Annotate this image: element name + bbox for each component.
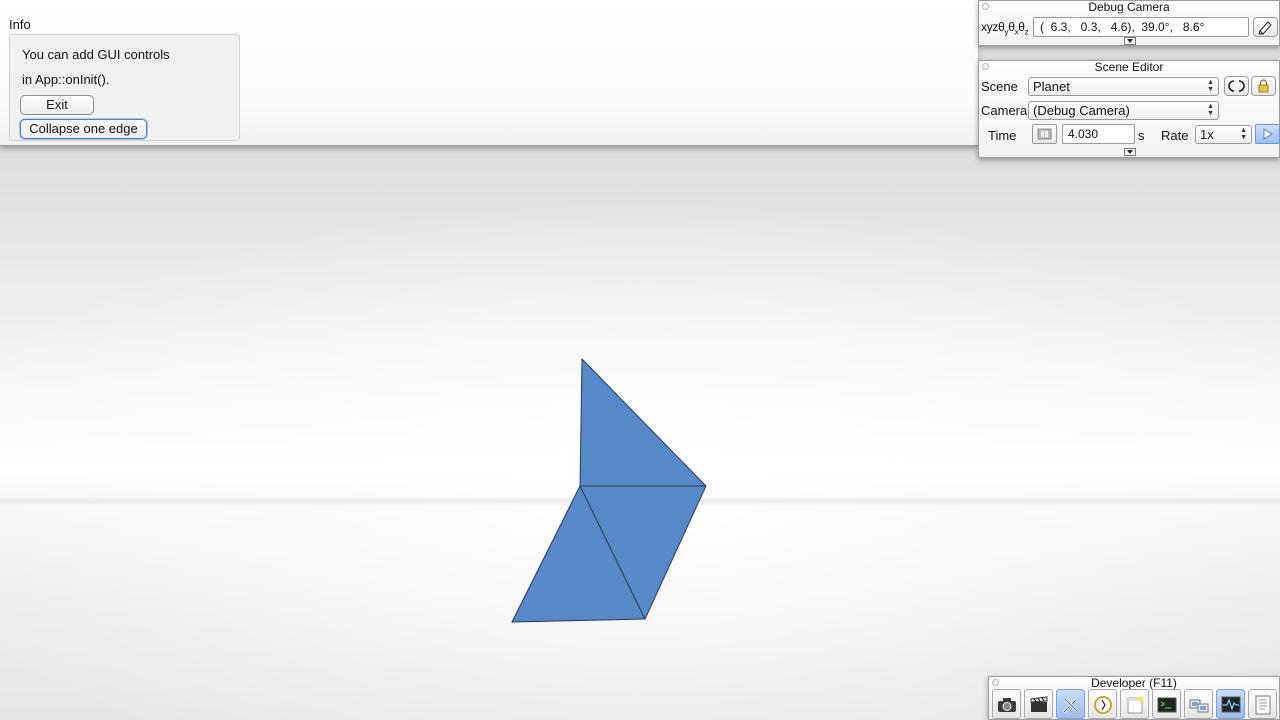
lock-icon (1258, 79, 1269, 93)
play-button[interactable] (1255, 124, 1280, 144)
network-icon (1189, 699, 1209, 713)
tools-tool-button[interactable] (1056, 689, 1085, 719)
scene-select-value: Planet (1033, 79, 1070, 94)
rate-select-value: 1x (1200, 127, 1214, 142)
exit-button[interactable]: Exit (20, 95, 94, 115)
info-strip: Info You can add GUI controls in App::on… (0, 0, 978, 146)
reload-scene-button[interactable] (1224, 76, 1249, 96)
scene-editor-title: Scene Editor (1094, 60, 1164, 74)
network-tool-button[interactable] (1184, 689, 1213, 719)
debug-camera-collapse-arrow[interactable] (1124, 37, 1136, 45)
close-icon[interactable] (982, 63, 989, 70)
info-title: Info (9, 17, 31, 32)
window-tool-button[interactable] (1120, 689, 1149, 719)
collapse-edge-button[interactable]: Collapse one edge (20, 119, 147, 139)
camera-coords-field[interactable]: ( 6.3, 0.3, 4.6), 39.0°, 8.6° (1033, 17, 1249, 37)
copy-coords-button[interactable] (1253, 17, 1278, 37)
profiler-icon (1221, 696, 1241, 713)
info-text-line-2: in App::onInit(). (22, 72, 110, 87)
info-text-line-1: You can add GUI controls (22, 47, 170, 62)
select-arrows-icon: ▲ ▼ (1207, 103, 1214, 117)
time-reset-button[interactable] (1032, 124, 1057, 144)
time-unit: s (1138, 128, 1145, 143)
tools-icon (1062, 697, 1079, 714)
scene-editor-collapse-arrow[interactable] (1124, 148, 1136, 156)
rate-select[interactable]: 1x ▲ ▼ (1195, 125, 1252, 144)
debug-camera-titlebar[interactable]: Debug Camera (979, 1, 1279, 13)
info-panel: You can add GUI controls in App::onInit(… (9, 34, 240, 141)
copy-icon (1258, 21, 1272, 35)
camera-tool-button[interactable] (992, 689, 1021, 719)
camera-select[interactable]: (Debug Camera) ▲ ▼ (1028, 101, 1219, 120)
scene-editor-titlebar[interactable]: Scene Editor (979, 61, 1279, 73)
developer-title: Developer (F11) (1091, 676, 1177, 690)
camera-icon (998, 698, 1016, 712)
camera-select-value: (Debug Camera) (1033, 103, 1130, 118)
time-label: Time (988, 128, 1017, 143)
developer-titlebar[interactable]: Developer (F11) (989, 677, 1279, 689)
document-tool-button[interactable] (1248, 689, 1277, 719)
terminal-icon (1157, 697, 1177, 713)
mesh-triangle-top (579, 358, 707, 487)
select-arrows-icon: ▲ ▼ (1240, 127, 1247, 141)
time-input[interactable]: 4.030 (1062, 124, 1135, 144)
document-icon (1255, 695, 1271, 715)
reload-icon (1228, 80, 1245, 92)
rate-label: Rate (1161, 128, 1189, 143)
clock-icon (1094, 696, 1112, 714)
window-icon (1127, 696, 1144, 714)
film-icon (1037, 128, 1052, 140)
scene-select[interactable]: Planet ▲ ▼ (1028, 77, 1219, 96)
debug-camera-title: Debug Camera (1088, 0, 1170, 14)
profiler-tool-button[interactable] (1216, 689, 1245, 719)
select-arrows-icon: ▲ ▼ (1207, 79, 1214, 93)
scene-label: Scene (981, 79, 1018, 94)
clock-tool-button[interactable] (1088, 689, 1117, 719)
xyz-label: xyzθyθxθz (981, 20, 1029, 37)
close-icon[interactable] (992, 679, 999, 686)
play-icon (1263, 128, 1273, 140)
debug-camera-window: Debug Camera xyzθyθxθz ( 6.3, 0.3, 4.6),… (978, 0, 1280, 46)
clapperboard-tool-button[interactable] (1024, 689, 1053, 719)
developer-window: Developer (F11) (988, 676, 1280, 720)
scene-editor-window: Scene Editor Scene Planet ▲ ▼ Camera (Deb… (978, 60, 1280, 158)
lock-scene-button[interactable] (1251, 76, 1276, 96)
camera-label: Camera (981, 103, 1028, 118)
clapperboard-icon (1030, 696, 1048, 712)
terminal-tool-button[interactable] (1152, 689, 1181, 719)
close-icon[interactable] (982, 3, 989, 10)
